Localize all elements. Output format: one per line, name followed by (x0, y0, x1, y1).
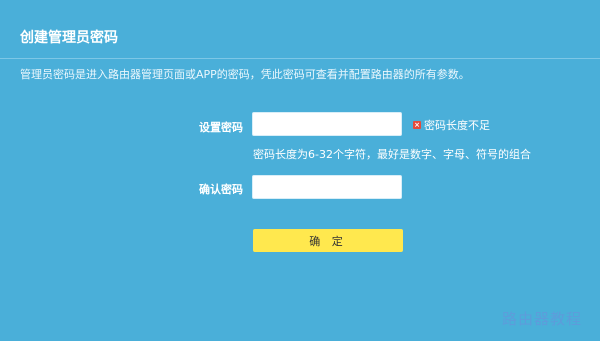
error-icon: × (413, 121, 421, 129)
confirm-password-input[interactable] (252, 175, 402, 199)
password-label: 设置密码 (199, 121, 243, 134)
password-hint: 密码长度为6-32个字符，最好是数字、字母、符号的组合 (253, 148, 531, 161)
confirm-password-label: 确认密码 (199, 183, 243, 196)
password-error: × 密码长度不足 (413, 117, 490, 133)
page-description: 管理员密码是进入路由器管理页面或APP的密码，凭此密码可查看并配置路由器的所有参… (20, 68, 470, 81)
watermark: 路由器教程 (501, 310, 582, 328)
error-text: 密码长度不足 (424, 119, 490, 132)
password-input[interactable] (252, 112, 402, 136)
page-title: 创建管理员密码 (20, 30, 118, 46)
divider (0, 58, 600, 59)
confirm-button[interactable]: 确 定 (253, 229, 403, 252)
